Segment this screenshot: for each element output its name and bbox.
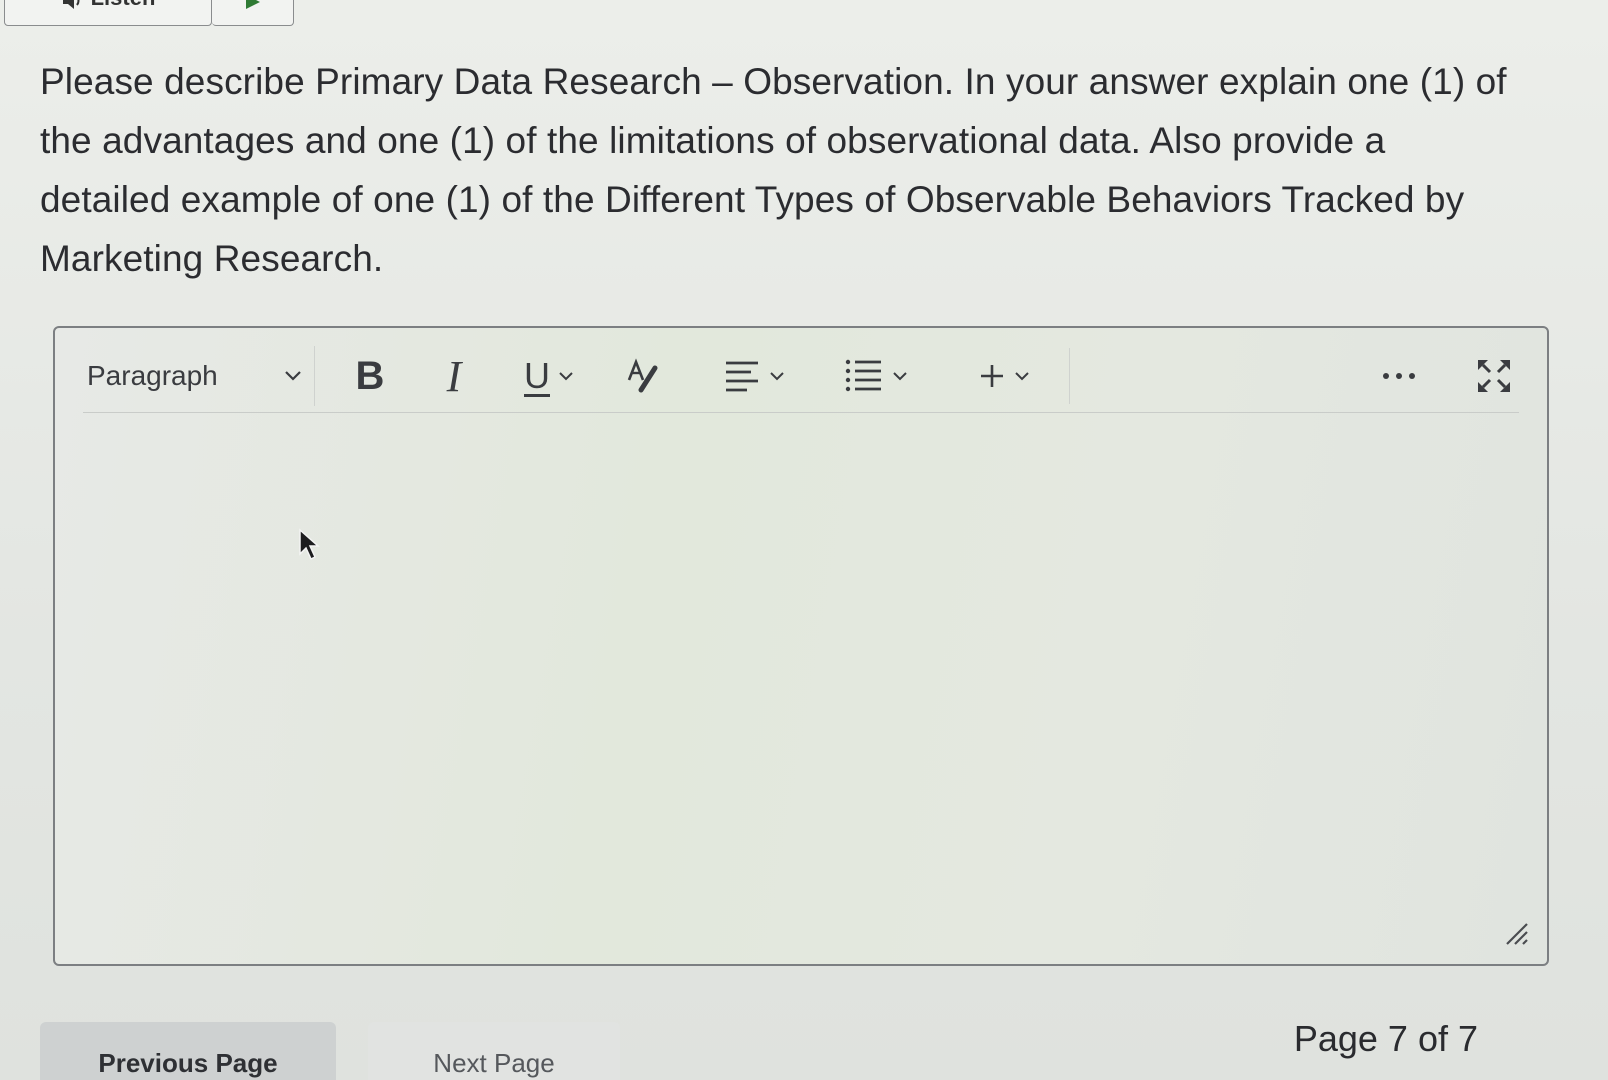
quiz-page: Listen Please describe Primary Data Rese… [0,0,1608,1080]
format-label: Paragraph [87,360,218,391]
listen-button[interactable]: Listen [4,0,212,26]
more-options-button[interactable] [1369,348,1429,404]
mouse-pointer-icon [299,528,320,561]
italic-icon: I [446,351,462,401]
fullscreen-button[interactable] [1469,348,1519,404]
question-text: Please describe Primary Data Research – … [40,61,1507,279]
bold-button[interactable]: B [335,348,405,404]
play-icon [245,0,260,9]
more-horizontal-icon [1383,373,1415,379]
bullet-list-icon [845,359,881,392]
previous-page-button[interactable]: Previous Page [40,1022,336,1080]
alignment-button[interactable] [709,348,799,404]
play-button[interactable] [212,0,294,26]
editor-toolbar: Paragraph B I U [83,340,1519,413]
speaker-icon [62,0,80,9]
plus-icon [981,365,1003,387]
chevron-down-icon [770,371,784,380]
resize-handle-icon[interactable] [1501,918,1531,948]
underline-icon: U [524,355,550,396]
fullscreen-icon [1478,360,1510,392]
underline-button[interactable]: U [503,348,595,404]
next-page-button[interactable]: Next Page [368,1022,620,1080]
editor-content-area[interactable] [85,418,1517,944]
readaloud-controls: Listen [4,0,294,26]
bold-icon: B [355,353,385,398]
chevron-down-icon [893,371,907,380]
chevron-down-icon[interactable] [558,371,574,382]
align-left-icon [726,361,758,392]
page-indicator: Page 7 of 7 [1293,1018,1478,1059]
list-button[interactable] [831,348,921,404]
insert-button[interactable] [959,348,1070,404]
text-style-button[interactable] [613,348,673,404]
italic-button[interactable]: I [419,348,489,404]
listen-label: Listen [91,0,156,11]
text-color-icon [627,358,658,393]
paragraph-format-select[interactable]: Paragraph [83,346,315,406]
chevron-down-icon [1015,371,1029,380]
rich-text-editor: Paragraph B I U [53,326,1549,966]
chevron-down-icon [285,371,301,381]
